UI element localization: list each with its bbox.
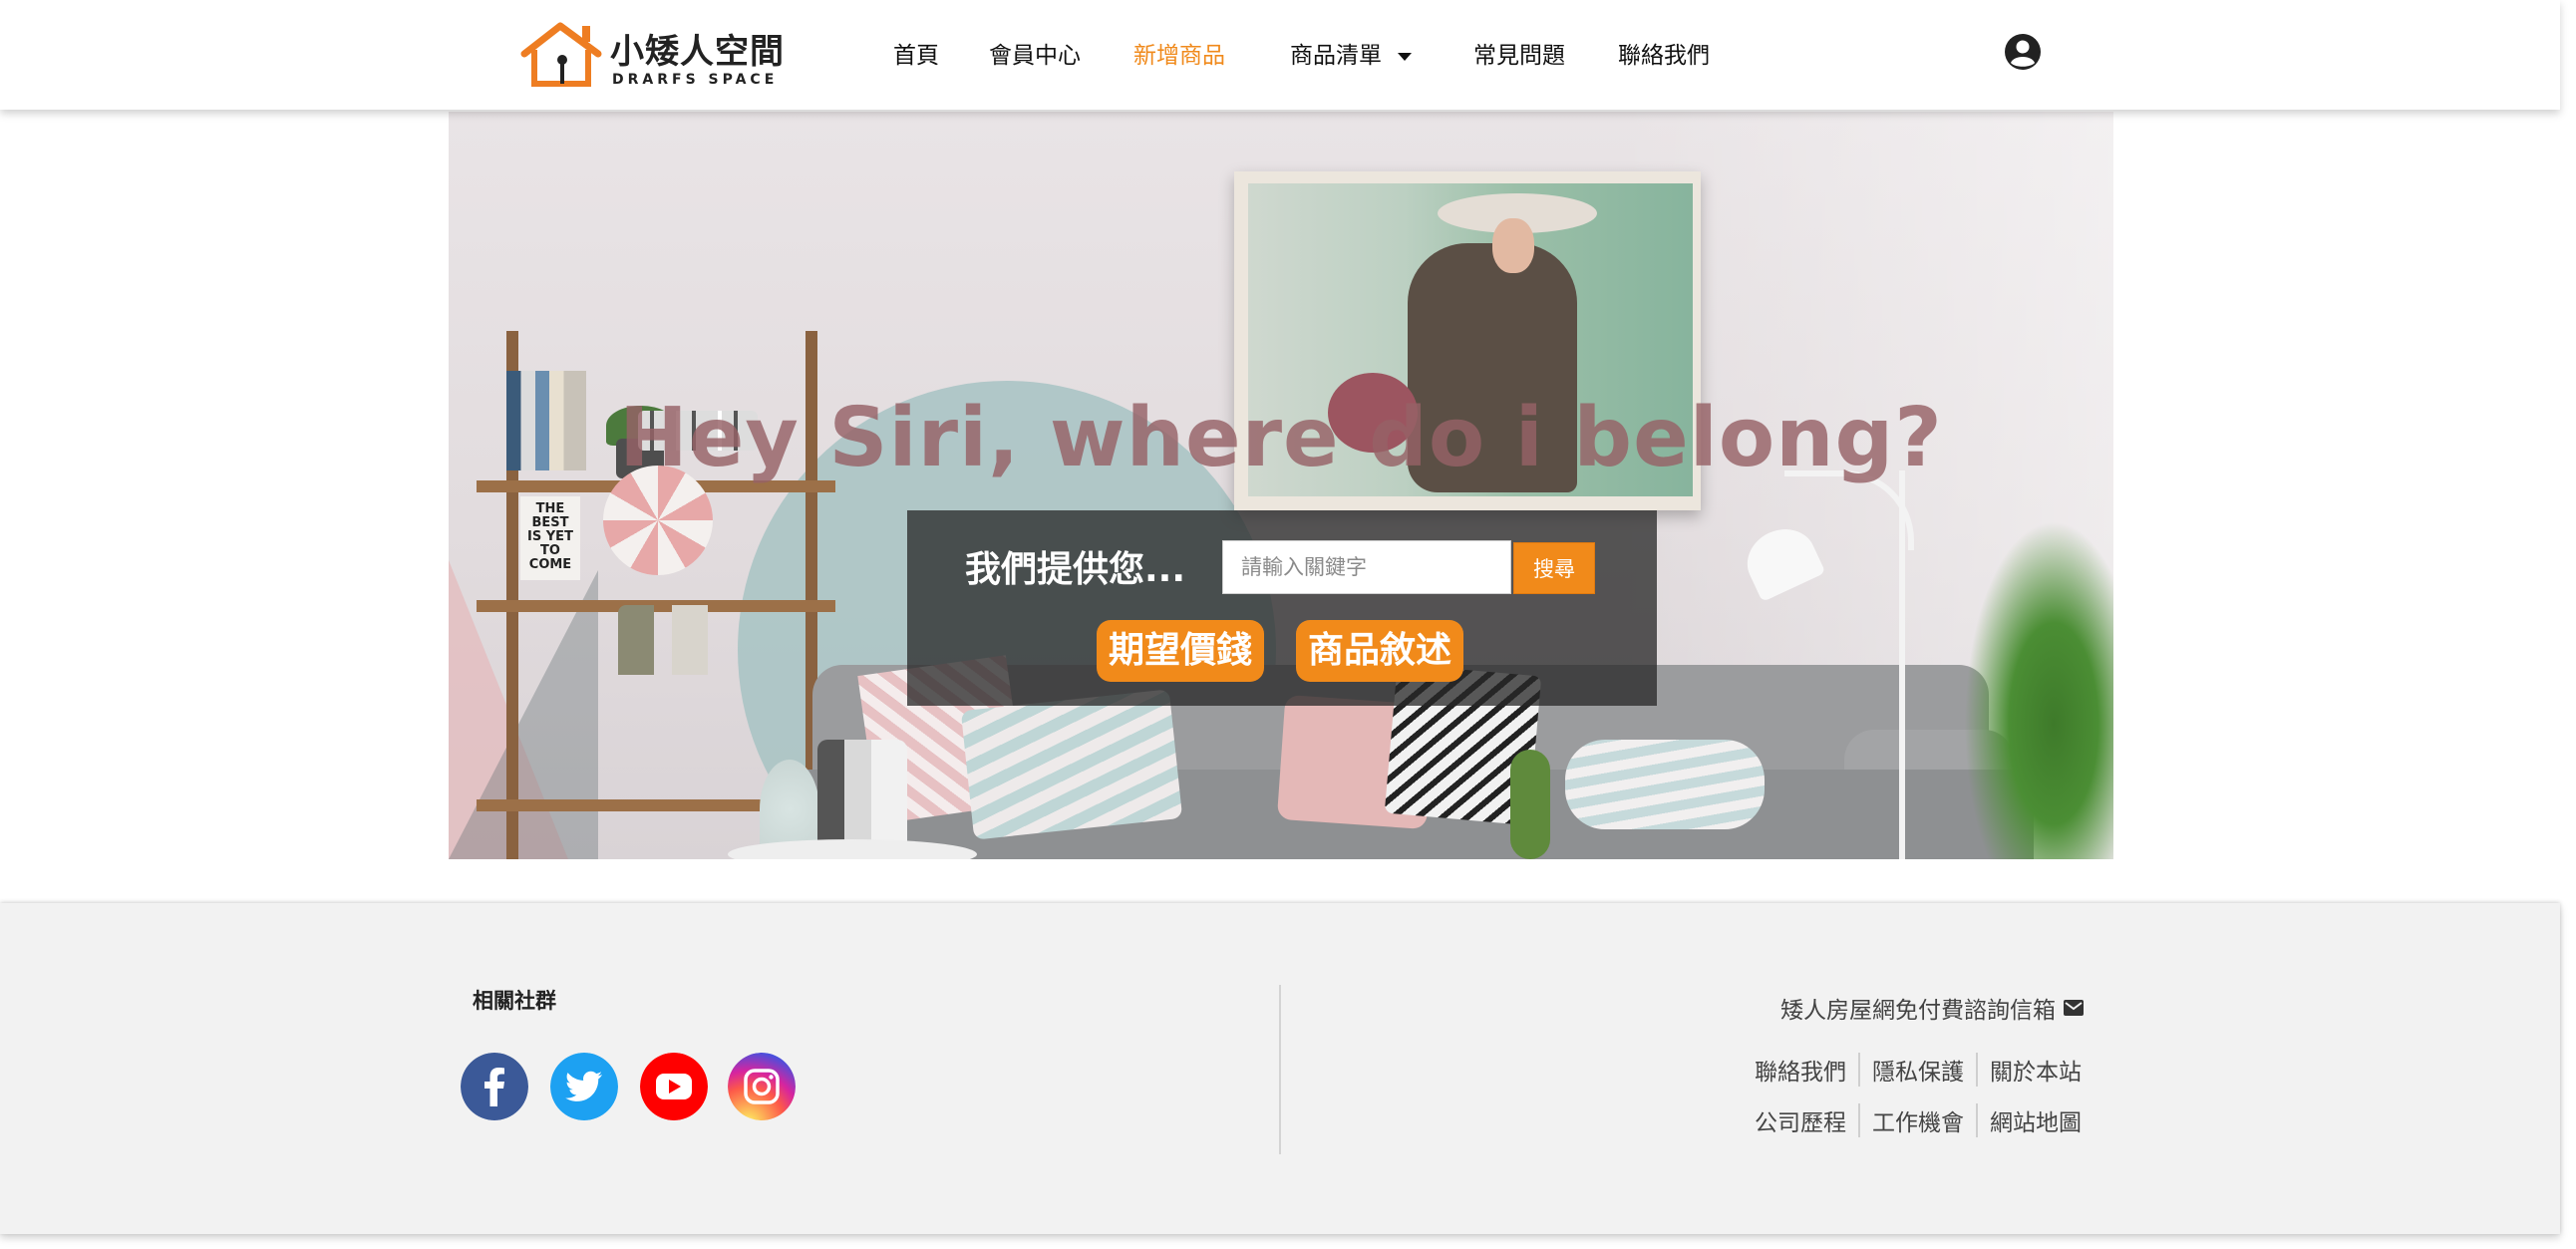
- footer-link-contact[interactable]: 聯絡我們: [1743, 1053, 1858, 1087]
- twitter-icon[interactable]: [550, 1053, 618, 1120]
- floor-lamp: [1899, 470, 1905, 859]
- contact-email-label: 矮人房屋網免付費諮詢信箱: [1780, 998, 2056, 1024]
- nav-product-list-label: 商品清單: [1290, 43, 1382, 69]
- search-panel: 我們提供您... 搜尋 期望價錢 商品敘述: [907, 510, 1657, 706]
- logo-name-en: DRARFS SPACE: [612, 72, 779, 88]
- site-header: 小矮人空間 DRARFS SPACE 首頁 會員中心 新增商品 商品清單 常見問…: [0, 0, 2560, 110]
- search-input[interactable]: [1222, 540, 1511, 594]
- nav-contact[interactable]: 聯絡我們: [1618, 36, 1710, 70]
- footer-links-row-2: 公司歷程 工作機會 網站地圖: [1743, 1103, 2093, 1137]
- contact-email-link[interactable]: 矮人房屋網免付費諮詢信箱: [1780, 991, 2084, 1025]
- site-footer: 相關社群 矮人房屋網免付費諮詢信箱 聯絡我們 隱私保護 關於本站 公司歷程 工作…: [0, 903, 2560, 1234]
- chevron-down-icon: [1398, 52, 1412, 61]
- social-section-title: 相關社群: [473, 989, 556, 1013]
- hero-banner: THE BEST IS YET TO COME Hey Siri, where …: [449, 112, 2113, 859]
- search-button[interactable]: 搜尋: [1513, 542, 1595, 594]
- search-label: 我們提供您...: [965, 549, 1186, 590]
- facebook-icon[interactable]: [461, 1053, 528, 1120]
- footer-links-row-1: 聯絡我們 隱私保護 關於本站: [1743, 1053, 2093, 1087]
- footer-link-history[interactable]: 公司歷程: [1743, 1103, 1858, 1137]
- nav-add-product[interactable]: 新增商品: [1133, 36, 1225, 70]
- decor-sign-text: THE BEST IS YET TO COME: [527, 501, 573, 572]
- site-logo[interactable]: 小矮人空間 DRARFS SPACE: [518, 20, 784, 90]
- footer-link-sitemap[interactable]: 網站地圖: [1978, 1103, 2093, 1137]
- envelope-icon: [2064, 1000, 2084, 1016]
- hero-title: Hey Siri, where do i belong?: [619, 391, 1943, 485]
- footer-link-careers[interactable]: 工作機會: [1860, 1103, 1976, 1137]
- logo-name-cn: 小矮人空間: [610, 32, 785, 72]
- nav-home[interactable]: 首頁: [893, 36, 939, 70]
- potted-plant: [1964, 520, 2113, 859]
- nav-faq[interactable]: 常見問題: [1473, 36, 1565, 70]
- footer-link-about[interactable]: 關於本站: [1978, 1053, 2093, 1087]
- user-circle-icon[interactable]: [2004, 33, 2042, 71]
- footer-divider: [1279, 985, 1281, 1154]
- decor-sign: THE BEST IS YET TO COME: [520, 496, 580, 580]
- footer-link-privacy[interactable]: 隱私保護: [1860, 1053, 1976, 1087]
- youtube-icon[interactable]: [640, 1053, 708, 1120]
- nav-member-center[interactable]: 會員中心: [989, 36, 1081, 70]
- expected-price-button[interactable]: 期望價錢: [1097, 620, 1265, 682]
- product-description-button[interactable]: 商品敘述: [1296, 620, 1464, 682]
- instagram-icon[interactable]: [728, 1053, 796, 1120]
- house-logo-icon: [520, 22, 602, 87]
- nav-product-list[interactable]: 商品清單: [1290, 36, 1412, 70]
